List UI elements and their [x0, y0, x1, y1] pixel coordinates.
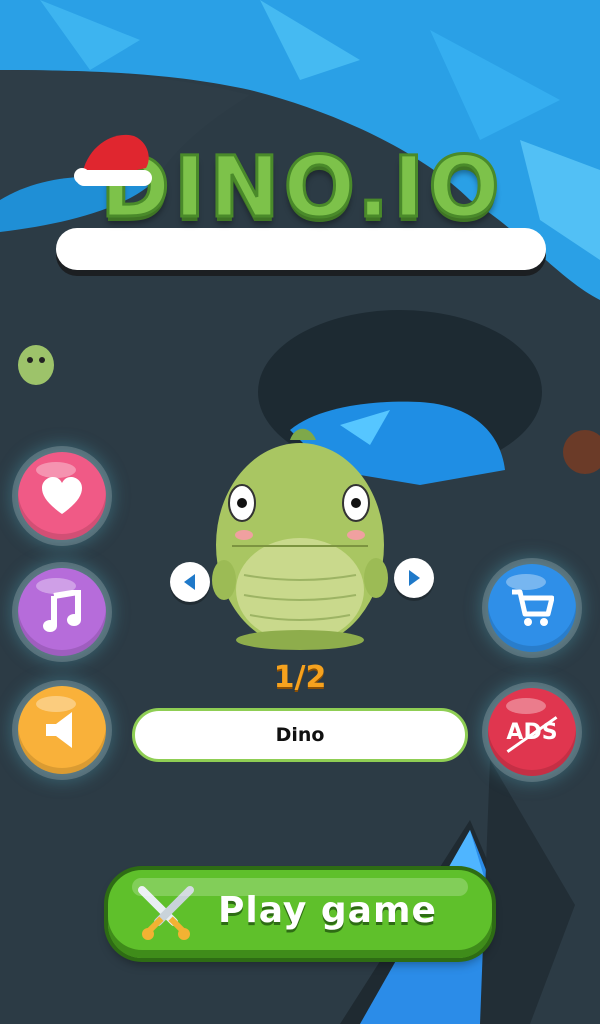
crossed-swords-icon: [138, 886, 194, 940]
like-button[interactable]: [18, 452, 106, 540]
play-game-button[interactable]: Play game: [108, 870, 492, 958]
chevron-right-icon: [409, 570, 420, 586]
cart-icon: [512, 589, 554, 626]
no-ads-icon: ADS: [506, 715, 558, 753]
previous-skin-button[interactable]: [170, 562, 210, 602]
heart-icon: [42, 477, 82, 514]
shop-button[interactable]: [488, 564, 576, 652]
music-toggle-button[interactable]: [18, 568, 106, 656]
play-game-label: Play game: [218, 890, 437, 931]
sound-toggle-button[interactable]: [18, 686, 106, 774]
music-note-icon: [43, 590, 81, 632]
player-name-field[interactable]: Dino: [132, 708, 468, 762]
santa-hat-icon: [74, 134, 152, 186]
no-ads-button[interactable]: ADS: [488, 688, 576, 776]
speaker-icon: [46, 712, 72, 748]
skin-counter: 1/2: [273, 660, 327, 695]
next-skin-button[interactable]: [394, 558, 434, 598]
game-logo: DINO.IO: [52, 120, 552, 300]
chevron-left-icon: [184, 574, 195, 590]
